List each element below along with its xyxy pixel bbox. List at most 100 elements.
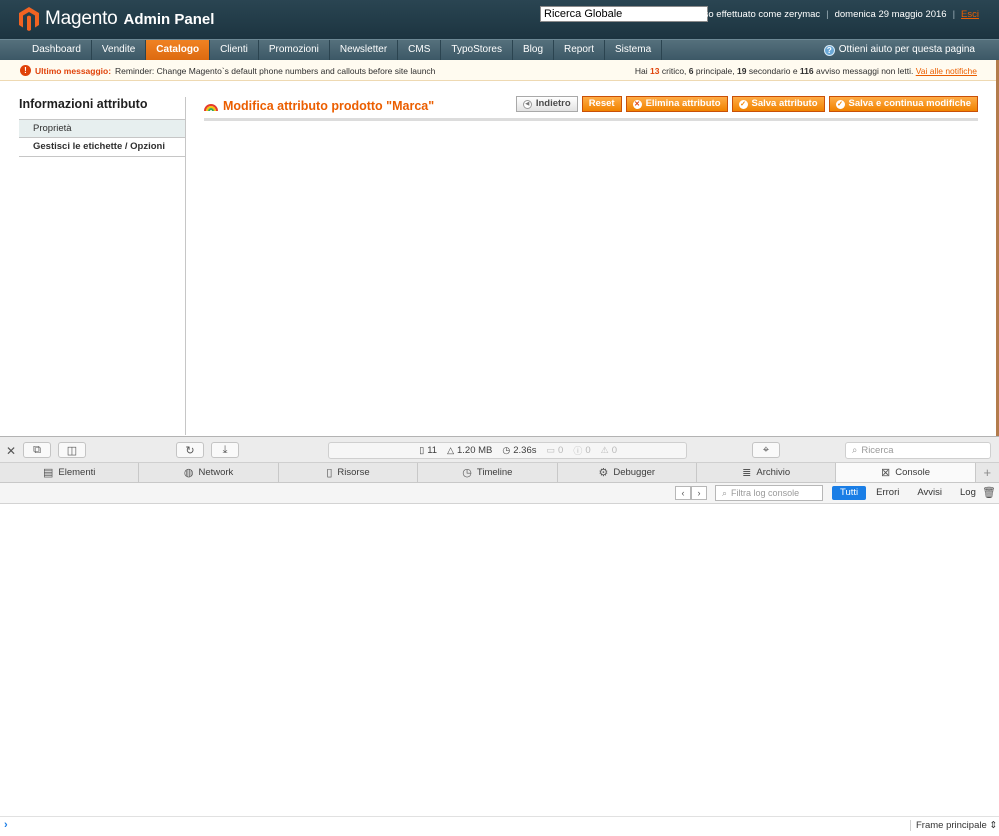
message-summary: Hai 13 critico, 6 principale, 19 seconda… — [635, 66, 977, 76]
save-label: Salva attributo — [751, 98, 818, 109]
critical-count: 13 — [650, 66, 660, 76]
console-icon: ⊠ — [881, 467, 891, 479]
critical-label: critico, — [661, 66, 687, 76]
level-log[interactable]: Log — [952, 486, 984, 500]
nav-item-catalog[interactable]: Catalogo — [146, 40, 211, 60]
close-icon[interactable]: ✕ — [6, 444, 16, 458]
main-nav: Dashboard Vendite Catalogo Clienti Promo… — [0, 39, 999, 60]
message-label: Ultimo messaggio: — [35, 65, 112, 76]
chevron-right-icon[interactable]: › — [691, 486, 707, 500]
prompt-chevron-icon[interactable]: › — [4, 819, 8, 831]
separator: | — [952, 9, 956, 20]
save-attribute-button[interactable]: ✓ Salva attributo — [731, 96, 825, 112]
log-count: ▭ 0 — [547, 445, 564, 456]
nav-item-newsletter[interactable]: Newsletter — [330, 40, 399, 60]
nav-item-customers[interactable]: Clienti — [210, 40, 259, 60]
frame-select-label: Frame principale — [916, 820, 987, 831]
detach-icon[interactable]: ⧉ — [23, 442, 51, 458]
elements-icon: ▤ — [43, 467, 54, 479]
tab-properties[interactable]: Proprietà — [19, 120, 185, 138]
major-count: 6 — [688, 66, 694, 76]
level-warnings[interactable]: Avvisi — [909, 486, 950, 500]
dock-side-icon[interactable]: ◫ — [58, 442, 86, 458]
download-icon[interactable]: ⤓ — [211, 442, 239, 458]
delete-attribute-button[interactable]: ✕ Elimina attributo — [625, 96, 728, 112]
page-title: Modifica attributo prodotto "Marca" — [204, 99, 434, 113]
tab-timeline[interactable]: ◷ Timeline — [418, 463, 558, 482]
console-output[interactable] — [0, 504, 999, 816]
nav-item-reports[interactable]: Report — [554, 40, 606, 60]
search-icon: ⌕ — [852, 445, 858, 456]
tab-debugger[interactable]: ⚙ Debugger — [558, 463, 697, 482]
back-label: Indietro — [535, 98, 571, 109]
tab-resources[interactable]: ▯ Risorse — [279, 463, 419, 482]
error-icon: ⓘ — [573, 446, 583, 456]
tab-labels-options[interactable]: Gestisci le etichette / Opzioni — [19, 138, 185, 156]
warning-count: ⚠ 0 — [601, 445, 617, 456]
summary-prefix: Hai — [634, 66, 648, 76]
console-filter-input[interactable]: ⌕ Filtra log console — [715, 485, 823, 501]
minor-label: secondario e — [748, 66, 798, 76]
tab-network[interactable]: ◍ Network — [139, 463, 279, 482]
resources-icon: ▯ — [326, 467, 333, 479]
nav-item-system[interactable]: Sistema — [605, 40, 663, 60]
inspect-element-icon[interactable]: ⌖ — [752, 442, 780, 458]
resources-count-value: 11 — [427, 445, 438, 456]
warning-count-value: 0 — [611, 445, 617, 456]
nav-item-dashboard[interactable]: Dashboard — [22, 40, 92, 60]
notifications-link[interactable]: Vai alle notifiche — [916, 66, 977, 76]
logo-text: Magento — [45, 8, 118, 29]
log-level-filters: Tutti Errori Avvisi Log — [832, 486, 984, 500]
frame-select[interactable]: Frame principale ⇕ — [910, 820, 997, 831]
sidebar-title: Informazioni attributo — [19, 97, 148, 111]
form-buttons: ◀ Indietro Reset ✕ Elimina attributo ✓ S… — [515, 96, 978, 112]
search-icon: ⌕ — [722, 487, 728, 498]
add-tab-icon[interactable]: + — [976, 463, 999, 482]
save-continue-button[interactable]: ✓ Salva e continua modifiche — [828, 96, 978, 112]
check-icon: ✓ — [835, 99, 845, 109]
chevron-left-icon[interactable]: ‹ — [675, 486, 691, 500]
nav-item-sales[interactable]: Vendite — [92, 40, 147, 60]
nav-item-typostores[interactable]: TypoStores — [441, 40, 513, 60]
level-errors[interactable]: Errori — [868, 486, 907, 500]
tab-console[interactable]: ⊠ Console — [836, 463, 976, 482]
notice-count: 116 — [799, 66, 814, 76]
help-link[interactable]: ? Ottieni aiuto per questa pagina — [823, 40, 975, 60]
level-all[interactable]: Tutti — [832, 486, 867, 500]
nav-item-promotions[interactable]: Promozioni — [259, 40, 330, 60]
network-icon: ◍ — [183, 467, 194, 479]
tab-network-label: Network — [198, 467, 234, 478]
tab-resources-label: Risorse — [337, 467, 370, 478]
tab-storage[interactable]: ≣ Archivio — [697, 463, 837, 482]
weight-icon: △ — [447, 445, 454, 455]
reset-button[interactable]: Reset — [581, 96, 622, 112]
sidebar-tabs: Proprietà Gestisci le etichette / Opzion… — [19, 119, 185, 157]
notice-label: avviso messaggi non letti. — [816, 66, 914, 76]
nav-item-cms[interactable]: CMS — [398, 40, 442, 60]
latest-message: ! Ultimo messaggio: Reminder: Change Mag… — [20, 65, 435, 76]
load-time-value: 2.36s — [513, 445, 537, 456]
help-label: Ottieni aiuto per questa pagina — [838, 44, 975, 55]
tab-timeline-label: Timeline — [476, 467, 513, 478]
tab-elements[interactable]: ▤ Elementi — [0, 463, 140, 482]
alert-icon: ! — [20, 65, 31, 76]
trash-icon[interactable]: 🗑 — [982, 486, 996, 499]
inspector-tabs: ▤ Elementi ◍ Network ▯ Risorse ◷ Timeline ⚙ D… — [0, 463, 999, 483]
attribute-sidebar: Informazioni attributo Proprietà Gestisc… — [19, 97, 186, 435]
console-prompt-bar: › Frame principale ⇕ — [0, 816, 999, 836]
nav-item-blog[interactable]: Blog — [513, 40, 554, 60]
resources-size-value: 1.20 MB — [457, 445, 493, 456]
error-count: ⓘ 0 — [573, 444, 590, 457]
magento-logo-icon — [19, 7, 39, 31]
magento-logo[interactable]: Magento Admin Panel — [18, 5, 214, 33]
message-text: Reminder: Change Magento`s default phone… — [115, 65, 436, 76]
inspector-search-input[interactable]: ⌕ Ricerca — [845, 442, 991, 459]
reset-label: Reset — [588, 98, 615, 109]
logout-link[interactable]: Esci — [961, 9, 979, 20]
inspector-toolbar: ✕ ⧉ ◫ ↻ ⤓ ▯ 11 △ 1.20 MB ◷ 2.36s ▭ 0 ⓘ 0 ⚠ 0 ⌖… — [0, 436, 999, 463]
system-message-bar: ! Ultimo messaggio: Reminder: Change Mag… — [0, 60, 999, 81]
content-header: Modifica attributo prodotto "Marca" ◀ In… — [204, 96, 978, 121]
reload-icon[interactable]: ↻ — [176, 442, 204, 458]
resources-size: △ 1.20 MB — [447, 445, 492, 456]
back-button[interactable]: ◀ Indietro — [515, 96, 578, 112]
